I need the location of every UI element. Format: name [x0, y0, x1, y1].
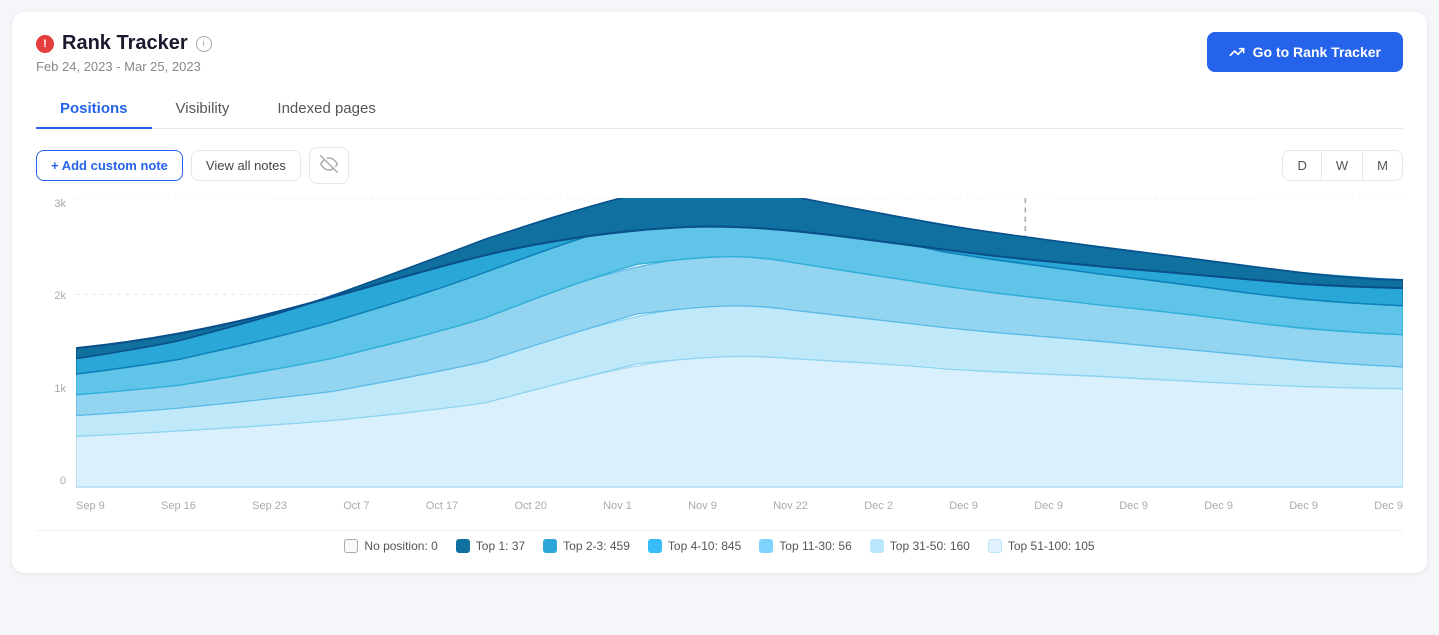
tab-visibility[interactable]: Visibility	[152, 90, 254, 129]
title-line: ! Rank Tracker i	[36, 32, 212, 55]
title-group: ! Rank Tracker i Feb 24, 2023 - Mar 25, …	[36, 32, 212, 74]
go-btn-label: Go to Rank Tracker	[1253, 44, 1381, 60]
legend-swatch-top31-50	[870, 539, 884, 553]
x-label: Oct 7	[343, 500, 369, 512]
view-notes-label: View all notes	[206, 158, 286, 173]
legend-label-top2-3: Top 2-3: 459	[563, 539, 630, 553]
toggle-notes-visibility-button[interactable]	[309, 147, 349, 184]
eye-off-icon	[320, 155, 338, 173]
legend-top51-100: Top 51-100: 105	[988, 539, 1095, 553]
y-axis: 3k 2k 1k 0	[36, 198, 72, 488]
legend-top2-3: Top 2-3: 459	[543, 539, 630, 553]
x-label: Nov 1	[603, 500, 632, 512]
tab-indexed-pages[interactable]: Indexed pages	[253, 90, 399, 129]
x-label: Dec 9	[949, 500, 978, 512]
period-month-button[interactable]: M	[1363, 151, 1402, 180]
x-label: Dec 9	[1374, 500, 1403, 512]
period-week-button[interactable]: W	[1322, 151, 1363, 180]
period-day-button[interactable]: D	[1283, 151, 1321, 180]
x-label: Sep 16	[161, 500, 196, 512]
tabs-container: Positions Visibility Indexed pages	[36, 90, 1403, 129]
x-label: Nov 22	[773, 500, 808, 512]
legend-swatch-top4-10	[648, 539, 662, 553]
chart-legend: No position: 0 Top 1: 37 Top 2-3: 459 To…	[36, 530, 1403, 553]
period-selector: D W M	[1282, 150, 1403, 181]
tab-positions[interactable]: Positions	[36, 90, 152, 129]
legend-label-top11-30: Top 11-30: 56	[779, 539, 852, 553]
legend-swatch-top2-3	[543, 539, 557, 553]
x-label: Sep 9	[76, 500, 105, 512]
x-label: Dec 2	[864, 500, 893, 512]
y-label-2k: 2k	[54, 290, 72, 302]
legend-label-top31-50: Top 31-50: 160	[890, 539, 970, 553]
legend-swatch-top51-100	[988, 539, 1002, 553]
legend-swatch-top11-30	[759, 539, 773, 553]
x-label: Dec 9	[1289, 500, 1318, 512]
legend-label-no-position: No position: 0	[364, 539, 437, 553]
add-note-label: + Add custom note	[51, 158, 168, 173]
x-label: Nov 9	[688, 500, 717, 512]
legend-label-top4-10: Top 4-10: 845	[668, 539, 741, 553]
legend-top1: Top 1: 37	[456, 539, 525, 553]
legend-label-top1: Top 1: 37	[476, 539, 525, 553]
x-label: Oct 17	[426, 500, 458, 512]
legend-swatch-top1	[456, 539, 470, 553]
x-labels: Sep 9 Sep 16 Sep 23 Oct 7 Oct 17 Oct 20 …	[76, 500, 1403, 512]
legend-swatch-no-position	[344, 539, 358, 553]
legend-top31-50: Top 31-50: 160	[870, 539, 970, 553]
trend-icon	[1229, 44, 1245, 60]
y-label-1k: 1k	[54, 383, 72, 395]
y-label-0: 0	[60, 475, 72, 487]
y-label-3k: 3k	[54, 198, 72, 210]
toolbar-left: + Add custom note View all notes	[36, 147, 349, 184]
legend-top11-30: Top 11-30: 56	[759, 539, 852, 553]
legend-label-top51-100: Top 51-100: 105	[1008, 539, 1095, 553]
chart-toolbar: + Add custom note View all notes D W M	[36, 147, 1403, 184]
view-all-notes-button[interactable]: View all notes	[191, 150, 301, 181]
x-label: Dec 9	[1204, 500, 1233, 512]
legend-no-position: No position: 0	[344, 539, 437, 553]
go-to-rank-tracker-button[interactable]: Go to Rank Tracker	[1207, 32, 1403, 72]
date-range: Feb 24, 2023 - Mar 25, 2023	[36, 59, 212, 74]
x-label: Oct 20	[514, 500, 546, 512]
x-label: Dec 9	[1119, 500, 1148, 512]
chart-area: 3k 2k 1k 0 G	[36, 198, 1403, 518]
main-card: ! Rank Tracker i Feb 24, 2023 - Mar 25, …	[12, 12, 1427, 573]
chart-svg-container: G	[76, 198, 1403, 488]
legend-top4-10: Top 4-10: 845	[648, 539, 741, 553]
chart-svg: G	[76, 198, 1403, 488]
alert-icon: !	[36, 35, 54, 53]
page-title: Rank Tracker	[62, 32, 188, 55]
x-label: Sep 23	[252, 500, 287, 512]
header-row: ! Rank Tracker i Feb 24, 2023 - Mar 25, …	[36, 32, 1403, 74]
x-label: Dec 9	[1034, 500, 1063, 512]
info-icon[interactable]: i	[196, 36, 212, 52]
add-custom-note-button[interactable]: + Add custom note	[36, 150, 183, 181]
x-axis: Sep 9 Sep 16 Sep 23 Oct 7 Oct 17 Oct 20 …	[76, 494, 1403, 518]
